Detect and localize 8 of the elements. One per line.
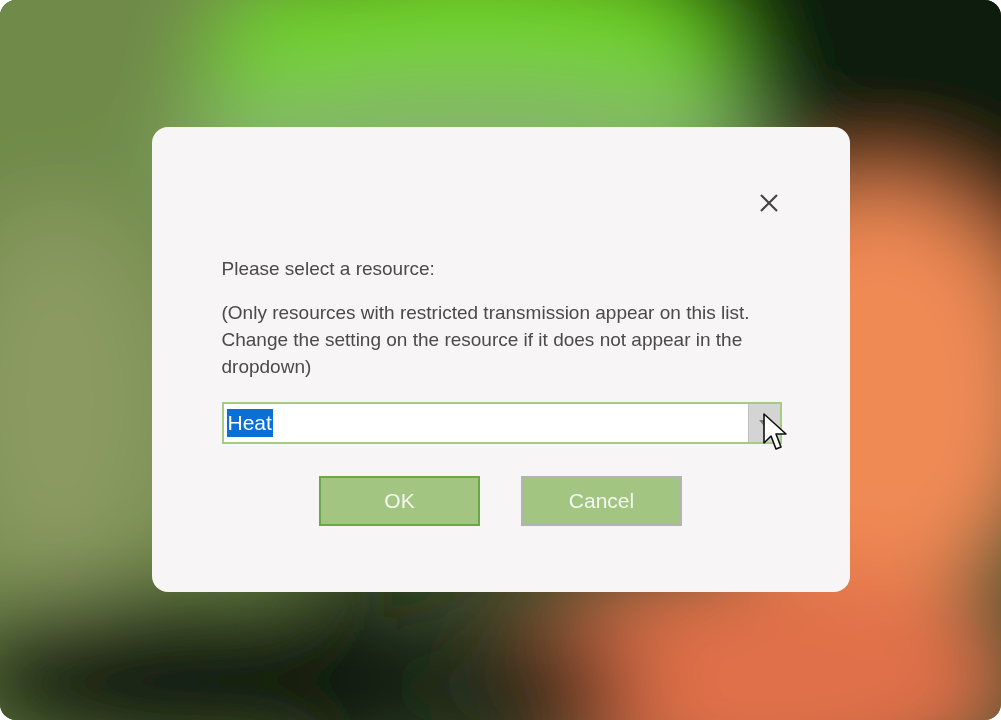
cancel-button[interactable]: Cancel bbox=[521, 476, 682, 526]
mouse-pointer-icon bbox=[763, 413, 789, 453]
ok-button[interactable]: OK bbox=[319, 476, 480, 526]
close-icon bbox=[758, 193, 779, 213]
resource-dropdown[interactable]: Heat bbox=[221, 402, 782, 444]
selected-value: Heat bbox=[226, 409, 273, 437]
note-text: (Only resources with restricted transmission appear on this list. Change the setting on the resource if it does not appear in the dropdown) bbox=[221, 301, 751, 379]
prompt-text: Please select a resource: bbox=[221, 257, 436, 281]
